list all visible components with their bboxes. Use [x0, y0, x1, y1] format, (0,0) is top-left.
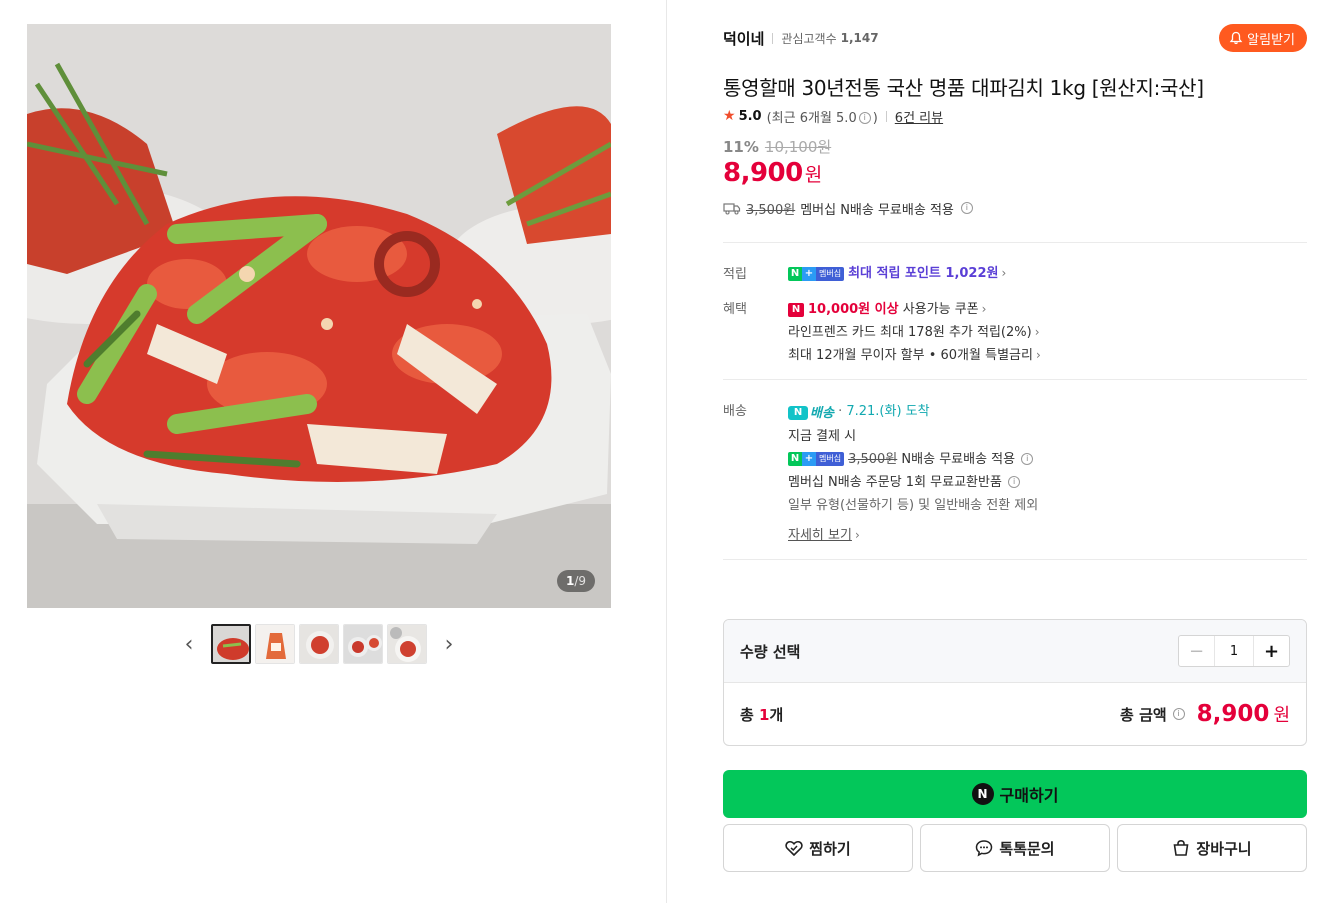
divider: [723, 558, 1307, 560]
price-row: 8,900 원: [723, 158, 1307, 192]
wish-button[interactable]: 찜하기: [723, 824, 913, 872]
info-icon[interactable]: i: [960, 202, 973, 214]
sale-price: 8,900: [723, 158, 803, 188]
heart-icon: [785, 840, 803, 856]
n-delivery-badge: N 배송: [788, 402, 834, 425]
image-counter: 1/9: [556, 570, 595, 592]
thumbnail-2[interactable]: [255, 624, 295, 664]
coupon-item[interactable]: N 10,000원 이상 사용가능 쿠폰 ›: [788, 298, 1307, 321]
product-info: 덕이네 관심고객수 1,147 알림받기 통영할매 30년전통 국산 명품 대파…: [723, 24, 1307, 560]
separator: [772, 32, 774, 44]
total-price-unit: 원: [1273, 705, 1290, 726]
divider: [723, 242, 1307, 243]
secondary-actions: 찜하기 톡톡문의 장바구니: [723, 824, 1307, 872]
separator: [885, 110, 887, 122]
chevron-left-icon[interactable]: ‹: [171, 624, 207, 664]
price-unit: 원: [804, 164, 823, 186]
talk-inquiry-button[interactable]: 톡톡문의: [920, 824, 1110, 872]
shipping-summary: 3,500원 멤버십 N배송 무료배송 적용 i: [723, 198, 1307, 218]
total-amount-label: 총 금액: [1120, 705, 1167, 724]
bell-icon: [1229, 31, 1243, 45]
thumbnail-1[interactable]: [211, 624, 251, 664]
naver-n-icon: N: [788, 302, 804, 317]
rating-recent: (최근 6개월 5.0 i): [766, 110, 878, 126]
buy-button[interactable]: N 구매하기: [723, 770, 1307, 818]
chevron-right-icon: ›: [981, 302, 987, 316]
naver-pay-icon: N: [971, 783, 994, 805]
main-product-image[interactable]: 1/9: [27, 24, 611, 608]
arrival-date: 7.21.(화) 도착: [846, 404, 930, 419]
review-link[interactable]: 6건 리뷰: [895, 107, 943, 126]
info-icon[interactable]: i: [858, 112, 871, 124]
divider: [723, 379, 1307, 380]
n-delivery-icon: N: [788, 406, 808, 420]
benefit-label: 혜택: [723, 302, 747, 317]
fans-count: 1,147: [840, 31, 879, 45]
thumbnail-4[interactable]: [343, 624, 383, 664]
total-count: 총 1개: [740, 705, 784, 724]
fans-label: 관심고객수: [781, 31, 837, 46]
shopping-bag-icon: [1173, 839, 1189, 856]
total-amount: 총 금액 i 8,900 원: [1120, 701, 1290, 727]
quantity-label: 수량 선택: [740, 642, 801, 661]
info-icon[interactable]: i: [1172, 708, 1185, 720]
see-more-link[interactable]: 자세히 보기: [788, 528, 852, 543]
chevron-right-icon: ›: [1034, 325, 1040, 339]
arrival-row: N 배송 · 7.21.(화) 도착: [788, 400, 1307, 425]
free-shipping-row: N + 멤버십 3,500원 N배송 무료배송 적용 i: [788, 448, 1307, 471]
increase-button[interactable]: +: [1253, 636, 1289, 666]
chevron-right-icon: ›: [1035, 348, 1041, 362]
store-name[interactable]: 덕이네: [723, 28, 764, 49]
installment-item[interactable]: 최대 12개월 무이자 할부 • 60개월 특별금리 ›: [788, 344, 1307, 367]
pay-now-text: 지금 결제 시: [788, 428, 857, 444]
rating-row: ★ 5.0 (최근 6개월 5.0 i) 6건 리뷰: [723, 106, 1307, 126]
quantity-stepper: − 1 +: [1178, 635, 1290, 667]
chevron-right-icon: ›: [854, 527, 860, 542]
discount-rate: 11%: [723, 138, 759, 156]
shipping-fee-struck: 3,500원: [746, 202, 796, 218]
cart-button[interactable]: 장바구니: [1117, 824, 1307, 872]
original-price-row: 11% 10,100원: [723, 136, 1307, 156]
info-icon[interactable]: i: [1021, 453, 1034, 465]
thumbnail-5[interactable]: [387, 624, 427, 664]
delivery-label: 배송: [723, 404, 747, 419]
total-price: 8,900: [1196, 701, 1270, 727]
quantity-box: 수량 선택 − 1 + 총 1개 총 금액 i 8,900 원: [723, 619, 1307, 746]
delivery-section: 배송 N 배송 · 7.21.(화) 도착 지금 결제 시 N + 멤버십 3,500원…: [723, 400, 1307, 547]
original-price: 10,100원: [764, 138, 832, 156]
alarm-button[interactable]: 알림받기: [1219, 24, 1307, 52]
star-icon: ★: [723, 108, 736, 124]
free-exchange-row: 멤버십 N배송 주문당 1회 무료교환반품 i: [788, 471, 1307, 494]
quantity-value[interactable]: 1: [1215, 636, 1253, 666]
shipping-note: 멤버십 N배송 무료배송 적용: [800, 202, 954, 218]
membership-badge: N + 멤버십: [788, 266, 845, 281]
chat-icon: [976, 840, 993, 857]
chevron-right-icon[interactable]: ›: [431, 624, 467, 664]
max-points-link[interactable]: 최대 적립 포인트 1,022원: [848, 266, 998, 281]
points-label: 적립: [723, 267, 747, 282]
product-title: 통영할매 30년전통 국산 명품 대파김치 1kg [원산지:국산]: [723, 76, 1204, 100]
card-benefit-item[interactable]: 라인프렌즈 카드 최대 178원 추가 적립(2%) ›: [788, 321, 1307, 344]
decrease-button[interactable]: −: [1179, 636, 1215, 666]
kimchi-photo: [27, 24, 611, 608]
truck-icon: [723, 203, 741, 215]
exclusion-note: 일부 유형(선물하기 등) 및 일반배송 전환 제외: [788, 497, 1039, 513]
product-gallery: 1/9 ‹ ›: [27, 24, 611, 664]
benefit-row: 혜택 N 10,000원 이상 사용가능 쿠폰 › 라인프렌즈 카드 최대 178원…: [723, 298, 1307, 367]
benefit-section: 적립 N + 멤버십 최대 적립 포인트 1,022원 › 혜택 N 10,000원 이상…: [723, 263, 1307, 367]
alarm-label: 알림받기: [1247, 32, 1295, 48]
points-row: 적립 N + 멤버십 최대 적립 포인트 1,022원 ›: [723, 263, 1307, 284]
membership-badge: N + 멤버십: [788, 452, 845, 466]
rating-score: 5.0: [738, 108, 762, 124]
thumbnail-3[interactable]: [299, 624, 339, 664]
chevron-right-icon: ›: [1001, 266, 1007, 280]
thumbnail-strip: ‹ ›: [27, 624, 611, 664]
info-icon[interactable]: i: [1008, 476, 1021, 488]
column-divider: [666, 0, 667, 903]
